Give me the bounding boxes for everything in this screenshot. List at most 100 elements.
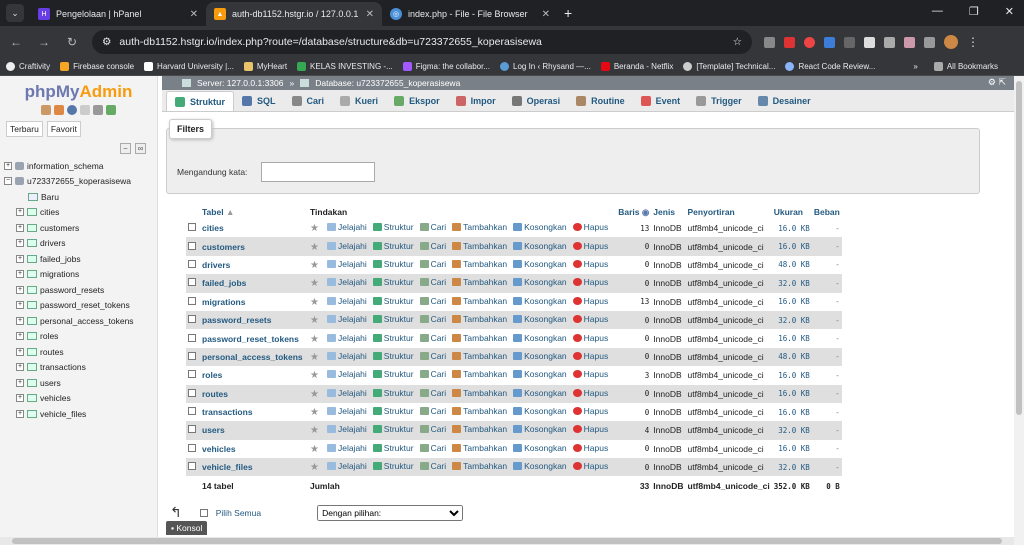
table-name-link[interactable]: password_resets bbox=[200, 310, 308, 330]
action-jelajahi[interactable]: Jelajahi bbox=[326, 443, 367, 453]
row-checkbox[interactable] bbox=[188, 241, 196, 250]
action-cari[interactable]: Cari bbox=[419, 443, 446, 453]
action-kosongkan[interactable]: Kosongkan bbox=[513, 461, 567, 471]
action-struktur[interactable]: Struktur bbox=[372, 277, 414, 287]
expand-icon[interactable]: + bbox=[16, 394, 24, 403]
profile-avatar[interactable] bbox=[944, 35, 958, 49]
action-kosongkan[interactable]: Kosongkan bbox=[513, 277, 567, 287]
tab-search-button[interactable]: ⌄ bbox=[6, 4, 24, 22]
action-tambahkan[interactable]: Tambahkan bbox=[452, 333, 507, 343]
browser-tab-1[interactable]: ▲ auth-db1152.hstgr.io / 127.0.0.1 ✕ bbox=[206, 2, 382, 26]
tab-ekspor[interactable]: Ekspor bbox=[386, 91, 448, 111]
table-name-link[interactable]: password_reset_tokens bbox=[200, 329, 308, 348]
favorite-star-icon[interactable]: ★ bbox=[310, 260, 319, 271]
favorite-star-icon[interactable]: ★ bbox=[310, 242, 319, 253]
bookmarks-overflow-icon[interactable]: » bbox=[913, 62, 917, 71]
breadcrumb-server[interactable]: Server: 127.0.0.1:3306 bbox=[197, 78, 283, 88]
vertical-scrollbar[interactable] bbox=[1014, 76, 1024, 545]
expand-icon[interactable]: + bbox=[16, 363, 24, 372]
action-cari[interactable]: Cari bbox=[419, 333, 446, 343]
action-hapus[interactable]: Hapus bbox=[572, 277, 608, 287]
action-struktur[interactable]: Struktur bbox=[372, 424, 414, 434]
row-size[interactable]: 32.0 KB bbox=[771, 310, 812, 330]
row-checkbox[interactable] bbox=[188, 223, 196, 232]
close-icon[interactable]: ✕ bbox=[190, 9, 198, 20]
action-cari[interactable]: Cari bbox=[419, 424, 446, 434]
action-cari[interactable]: Cari bbox=[419, 296, 446, 306]
bookmark-item[interactable]: React Code Review... bbox=[785, 62, 875, 71]
expand-icon[interactable]: + bbox=[16, 285, 24, 294]
horizontal-scroll-thumb[interactable] bbox=[12, 538, 1002, 544]
bookmark-item[interactable]: MyHeart bbox=[243, 62, 287, 71]
row-size[interactable]: 48.0 KB bbox=[771, 255, 812, 275]
close-window-icon[interactable]: ✕ bbox=[1005, 5, 1014, 18]
action-cari[interactable]: Cari bbox=[419, 277, 446, 287]
restore-icon[interactable]: ❐ bbox=[969, 5, 979, 18]
action-jelajahi[interactable]: Jelajahi bbox=[326, 351, 367, 361]
row-checkbox[interactable] bbox=[188, 443, 196, 452]
action-cari[interactable]: Cari bbox=[419, 406, 446, 416]
table-name-link[interactable]: vehicle_files bbox=[200, 458, 308, 477]
action-struktur[interactable]: Struktur bbox=[372, 406, 414, 416]
row-checkbox[interactable] bbox=[188, 462, 196, 471]
bookmark-item[interactable]: KELAS INVESTING -... bbox=[297, 62, 393, 71]
row-size[interactable]: 32.0 KB bbox=[771, 458, 812, 477]
expand-icon[interactable]: + bbox=[16, 347, 24, 356]
action-tambahkan[interactable]: Tambahkan bbox=[452, 222, 507, 232]
action-jelajahi[interactable]: Jelajahi bbox=[326, 314, 367, 324]
tab-impor[interactable]: Impor bbox=[448, 91, 504, 111]
row-size[interactable]: 32.0 KB bbox=[771, 421, 812, 440]
action-jelajahi[interactable]: Jelajahi bbox=[326, 461, 367, 471]
expand-icon[interactable]: + bbox=[16, 316, 24, 325]
row-checkbox[interactable] bbox=[188, 278, 196, 287]
favorite-star-icon[interactable]: ★ bbox=[310, 223, 319, 234]
tree-table-item[interactable]: + transactions bbox=[4, 360, 134, 376]
tree-table-item[interactable]: + customers bbox=[4, 220, 134, 236]
row-size[interactable]: 16.0 KB bbox=[771, 439, 812, 459]
bookmark-item[interactable]: Beranda - Netflix bbox=[600, 62, 673, 71]
horizontal-scrollbar[interactable] bbox=[0, 537, 1014, 545]
action-kosongkan[interactable]: Kosongkan bbox=[513, 406, 567, 416]
collapse-all-icon[interactable]: − bbox=[120, 143, 131, 154]
tab-struktur[interactable]: Struktur bbox=[166, 91, 235, 111]
menu-dots-icon[interactable]: ⋮ bbox=[967, 35, 979, 49]
reload-icon[interactable] bbox=[106, 105, 116, 115]
row-checkbox[interactable] bbox=[188, 388, 196, 397]
expand-icon[interactable]: + bbox=[16, 301, 24, 310]
tree-table-item[interactable]: + roles bbox=[4, 329, 134, 345]
expand-icon[interactable]: + bbox=[16, 208, 24, 217]
settings-icon[interactable] bbox=[93, 105, 103, 115]
row-checkbox[interactable] bbox=[188, 296, 196, 305]
row-size[interactable]: 16.0 KB bbox=[771, 366, 812, 385]
table-name-link[interactable]: routes bbox=[200, 384, 308, 403]
docs-icon[interactable] bbox=[80, 105, 90, 115]
bookmark-item[interactable]: Harvard University |... bbox=[144, 62, 234, 71]
tab-event[interactable]: Event bbox=[633, 91, 689, 111]
tree-table-item[interactable]: + vehicles bbox=[4, 391, 134, 407]
action-struktur[interactable]: Struktur bbox=[372, 241, 414, 251]
recent-tab[interactable]: Terbaru bbox=[6, 121, 43, 137]
extension-icon[interactable] bbox=[764, 36, 775, 48]
reload-icon[interactable]: ↻ bbox=[64, 35, 80, 49]
filter-input[interactable] bbox=[261, 162, 375, 182]
action-kosongkan[interactable]: Kosongkan bbox=[513, 333, 567, 343]
extension-icon[interactable] bbox=[784, 36, 795, 48]
table-name-link[interactable]: users bbox=[200, 421, 308, 440]
action-struktur[interactable]: Struktur bbox=[372, 222, 414, 232]
link-icon[interactable]: ∞ bbox=[134, 143, 147, 154]
row-size[interactable]: 16.0 KB bbox=[771, 219, 812, 238]
close-icon[interactable]: ✕ bbox=[542, 9, 550, 20]
action-kosongkan[interactable]: Kosongkan bbox=[513, 222, 567, 232]
tab-operasi[interactable]: Operasi bbox=[504, 91, 569, 111]
action-jelajahi[interactable]: Jelajahi bbox=[326, 388, 367, 398]
action-kosongkan[interactable]: Kosongkan bbox=[513, 314, 567, 324]
table-name-link[interactable]: vehicles bbox=[200, 439, 308, 459]
action-hapus[interactable]: Hapus bbox=[572, 241, 608, 251]
action-cari[interactable]: Cari bbox=[419, 222, 446, 232]
action-cari[interactable]: Cari bbox=[419, 461, 446, 471]
tab-sql[interactable]: SQL bbox=[234, 91, 284, 111]
bookmark-item[interactable]: Craftivity bbox=[6, 62, 50, 71]
action-jelajahi[interactable]: Jelajahi bbox=[326, 222, 367, 232]
expand-icon[interactable]: + bbox=[16, 223, 24, 232]
expand-icon[interactable]: + bbox=[16, 254, 24, 263]
